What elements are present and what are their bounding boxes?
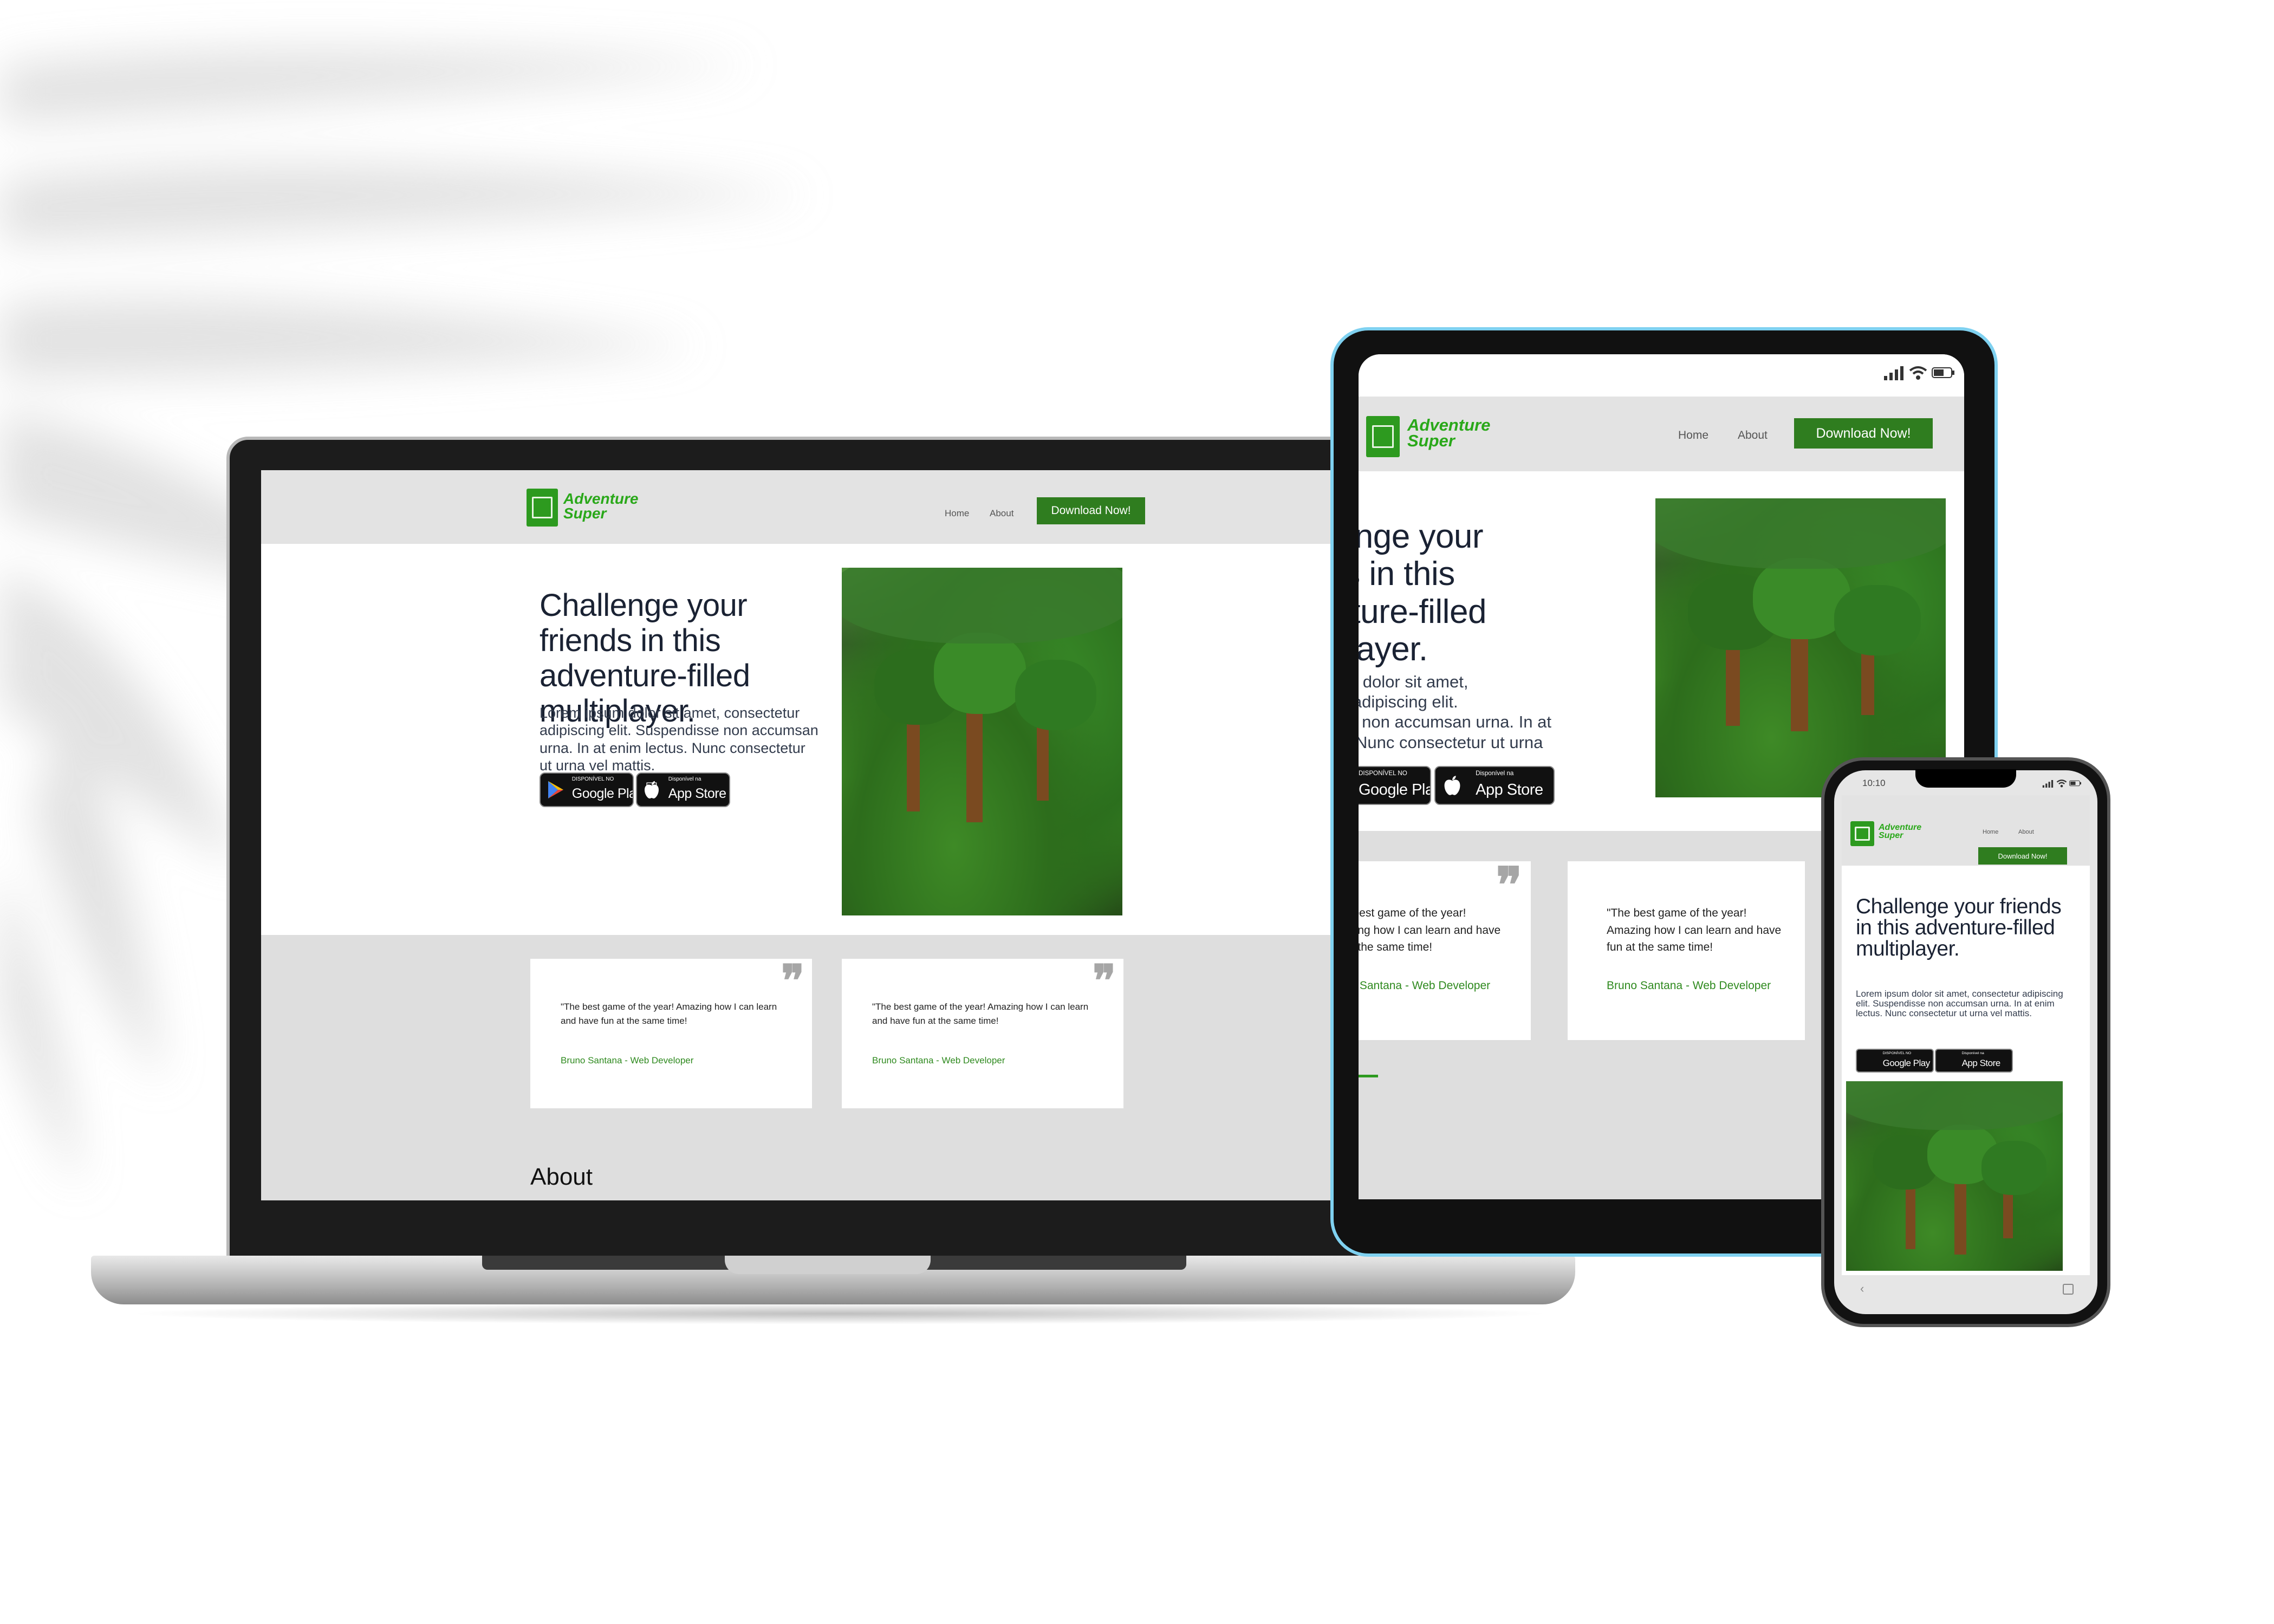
apple-badge-small: Disponível na: [1476, 770, 1514, 777]
game-logo-icon[interactable]: [527, 489, 558, 527]
nav-about[interactable]: About: [2018, 829, 2034, 835]
nav-about[interactable]: About: [1738, 429, 1768, 442]
testimonial-author: Bruno Santana - Web Developer: [1359, 979, 1491, 992]
wifi-icon: [1909, 366, 1927, 380]
status-time: 10:10: [1862, 778, 1886, 788]
battery-icon: [1932, 367, 1954, 378]
phone-dynamic-island: [1915, 769, 2016, 788]
quote-mark-icon: ❞: [781, 957, 804, 1005]
browser-tabs-icon[interactable]: [2063, 1284, 2074, 1295]
google-badge-small: DISPONÍVEL NO: [1882, 1051, 1912, 1056]
brand-name[interactable]: Adventure Super: [1879, 823, 1921, 840]
about-heading: About: [530, 1164, 593, 1190]
quote-mark-icon: ❞: [1092, 957, 1116, 1005]
hero-description: Lorem ipsum dolor sit amet, consectetur …: [1359, 672, 1551, 752]
site-header: Adventure Super Home About Download Now!: [261, 470, 1419, 544]
game-screenshot-image: [1846, 1081, 2063, 1271]
testimonial-card: ❞ "The best game of the year! Amazing ho…: [530, 957, 812, 1108]
google-play-badge[interactable]: DISPONÍVEL NO Google Play: [1359, 766, 1431, 805]
google-play-icon: [548, 781, 563, 798]
app-store-badge[interactable]:  Disponível na App Store: [636, 772, 730, 807]
apple-badge-big: App Store: [1476, 781, 1543, 798]
brand-name-line1: Adventure: [1879, 823, 1922, 832]
apple-badge-small: Disponível na: [668, 776, 701, 782]
laptop-screen: Adventure Super Home About Download Now!…: [261, 470, 1419, 1200]
download-button[interactable]: Download Now!: [1794, 418, 1933, 449]
download-button[interactable]: Download Now!: [1978, 847, 2067, 865]
laptop-notch: [725, 1256, 931, 1274]
hero-description: Lorem ipsum dolor sit amet, consectetur …: [1856, 989, 2063, 1018]
testimonial-author: Bruno Santana - Web Developer: [561, 1055, 694, 1066]
hero-title: Challenge your friends in this adventure…: [1359, 518, 1486, 668]
google-badge-small: DISPONÍVEL NO: [571, 776, 614, 782]
testimonial-author: Bruno Santana - Web Developer: [1607, 979, 1771, 992]
brand-name-line1: Adventure: [563, 490, 639, 507]
apple-badge-big: App Store: [1961, 1058, 2001, 1069]
battery-icon: [2069, 780, 2081, 787]
download-button[interactable]: Download Now!: [1037, 497, 1145, 524]
testimonial-quote: "The best game of the year! Amazing how …: [872, 1002, 1089, 1026]
google-badge-small: DISPONÍVEL NO: [1359, 770, 1407, 777]
site-header: Adventure Super Home About Download Now!: [1359, 397, 1964, 471]
testimonial-quote: "The best game of the year! Amazing how …: [1607, 907, 1782, 953]
google-badge-big: Google Play: [1882, 1058, 1931, 1069]
testimonial-quote: "The best game of the year! Amazing how …: [1359, 907, 1501, 953]
tablet-status-bar: [1359, 354, 1964, 397]
testimonial-card: ❞ "The best game of the year! Amazing ho…: [842, 957, 1123, 1108]
apple-icon-shape: [645, 781, 659, 798]
game-logo-icon[interactable]: [1366, 416, 1400, 457]
google-play-badge[interactable]: DISPONÍVEL NO Google Play: [1856, 1049, 1934, 1073]
nav-home[interactable]: Home: [945, 508, 969, 519]
hero-description: Lorem ipsum dolor sit amet, consectetur …: [540, 705, 818, 774]
brand-name[interactable]: Adventure Super: [563, 490, 639, 522]
brand-name[interactable]: Adventure Super: [1407, 415, 1491, 451]
browser-back-button[interactable]: ‹: [1860, 1282, 1864, 1296]
laptop-shadow: [125, 1303, 1555, 1324]
apple-icon: [1444, 776, 1460, 795]
apple-badge-big: App Store: [668, 785, 726, 801]
testimonial-card: ❞ "The best game of the year! Amazing ho…: [1359, 859, 1531, 1040]
site-header: Adventure Super Home About Download Now!: [1842, 795, 2090, 866]
nav-home[interactable]: Home: [1983, 829, 1998, 835]
app-store-badge[interactable]: Disponível na App Store: [1434, 766, 1555, 805]
game-screenshot-image: [842, 568, 1122, 915]
wifi-icon: [2056, 779, 2067, 788]
game-logo-icon[interactable]: [1850, 821, 1874, 846]
testimonial-author: Bruno Santana - Web Developer: [872, 1055, 1005, 1066]
google-badge-big: Google Play: [1359, 781, 1430, 798]
brand-name-line2: Super: [563, 504, 607, 522]
signal-icon: [1884, 366, 1903, 380]
hero-title: Challenge your friends in this adventure…: [1856, 895, 2062, 960]
nav-about[interactable]: About: [990, 508, 1013, 519]
app-store-badge[interactable]: Disponível na App Store: [1935, 1049, 2013, 1073]
signal-icon: [2042, 780, 2054, 788]
testimonial-quote: "The best game of the year! Amazing how …: [561, 1002, 777, 1026]
phone-content: Challenge your friends in this adventure…: [1842, 866, 2090, 1275]
google-play-badge[interactable]: DISPONÍVEL NO Google Play: [540, 772, 634, 807]
phone-screen: 10:10 Adventure Super Home About Downloa…: [1834, 770, 2097, 1314]
nav-home[interactable]: Home: [1678, 429, 1708, 442]
testimonial-card: "The best game of the year! Amazing how …: [1568, 861, 1805, 1040]
brand-name-line2: Super: [1407, 431, 1455, 451]
game-screenshot-image: [1655, 498, 1946, 797]
carousel-indicator[interactable]: [1359, 1075, 1378, 1077]
testimonials-section: ❞ "The best game of the year! Amazing ho…: [261, 935, 1419, 1200]
brand-name-line1: Adventure: [1407, 415, 1491, 434]
brand-name-line2: Super: [1879, 831, 1903, 841]
apple-badge-small: Disponível na: [1961, 1051, 1984, 1056]
google-badge-big: Google Play: [571, 785, 633, 801]
